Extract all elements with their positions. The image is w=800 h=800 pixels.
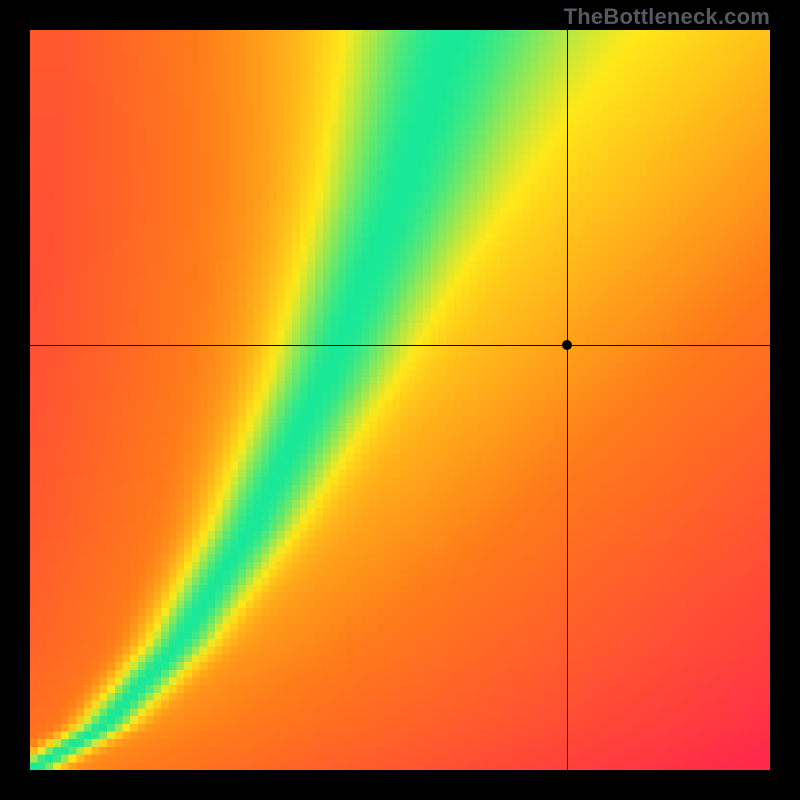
chart-frame: TheBottleneck.com [0, 0, 800, 800]
heatmap-canvas [30, 30, 770, 770]
watermark-label: TheBottleneck.com [564, 4, 770, 30]
